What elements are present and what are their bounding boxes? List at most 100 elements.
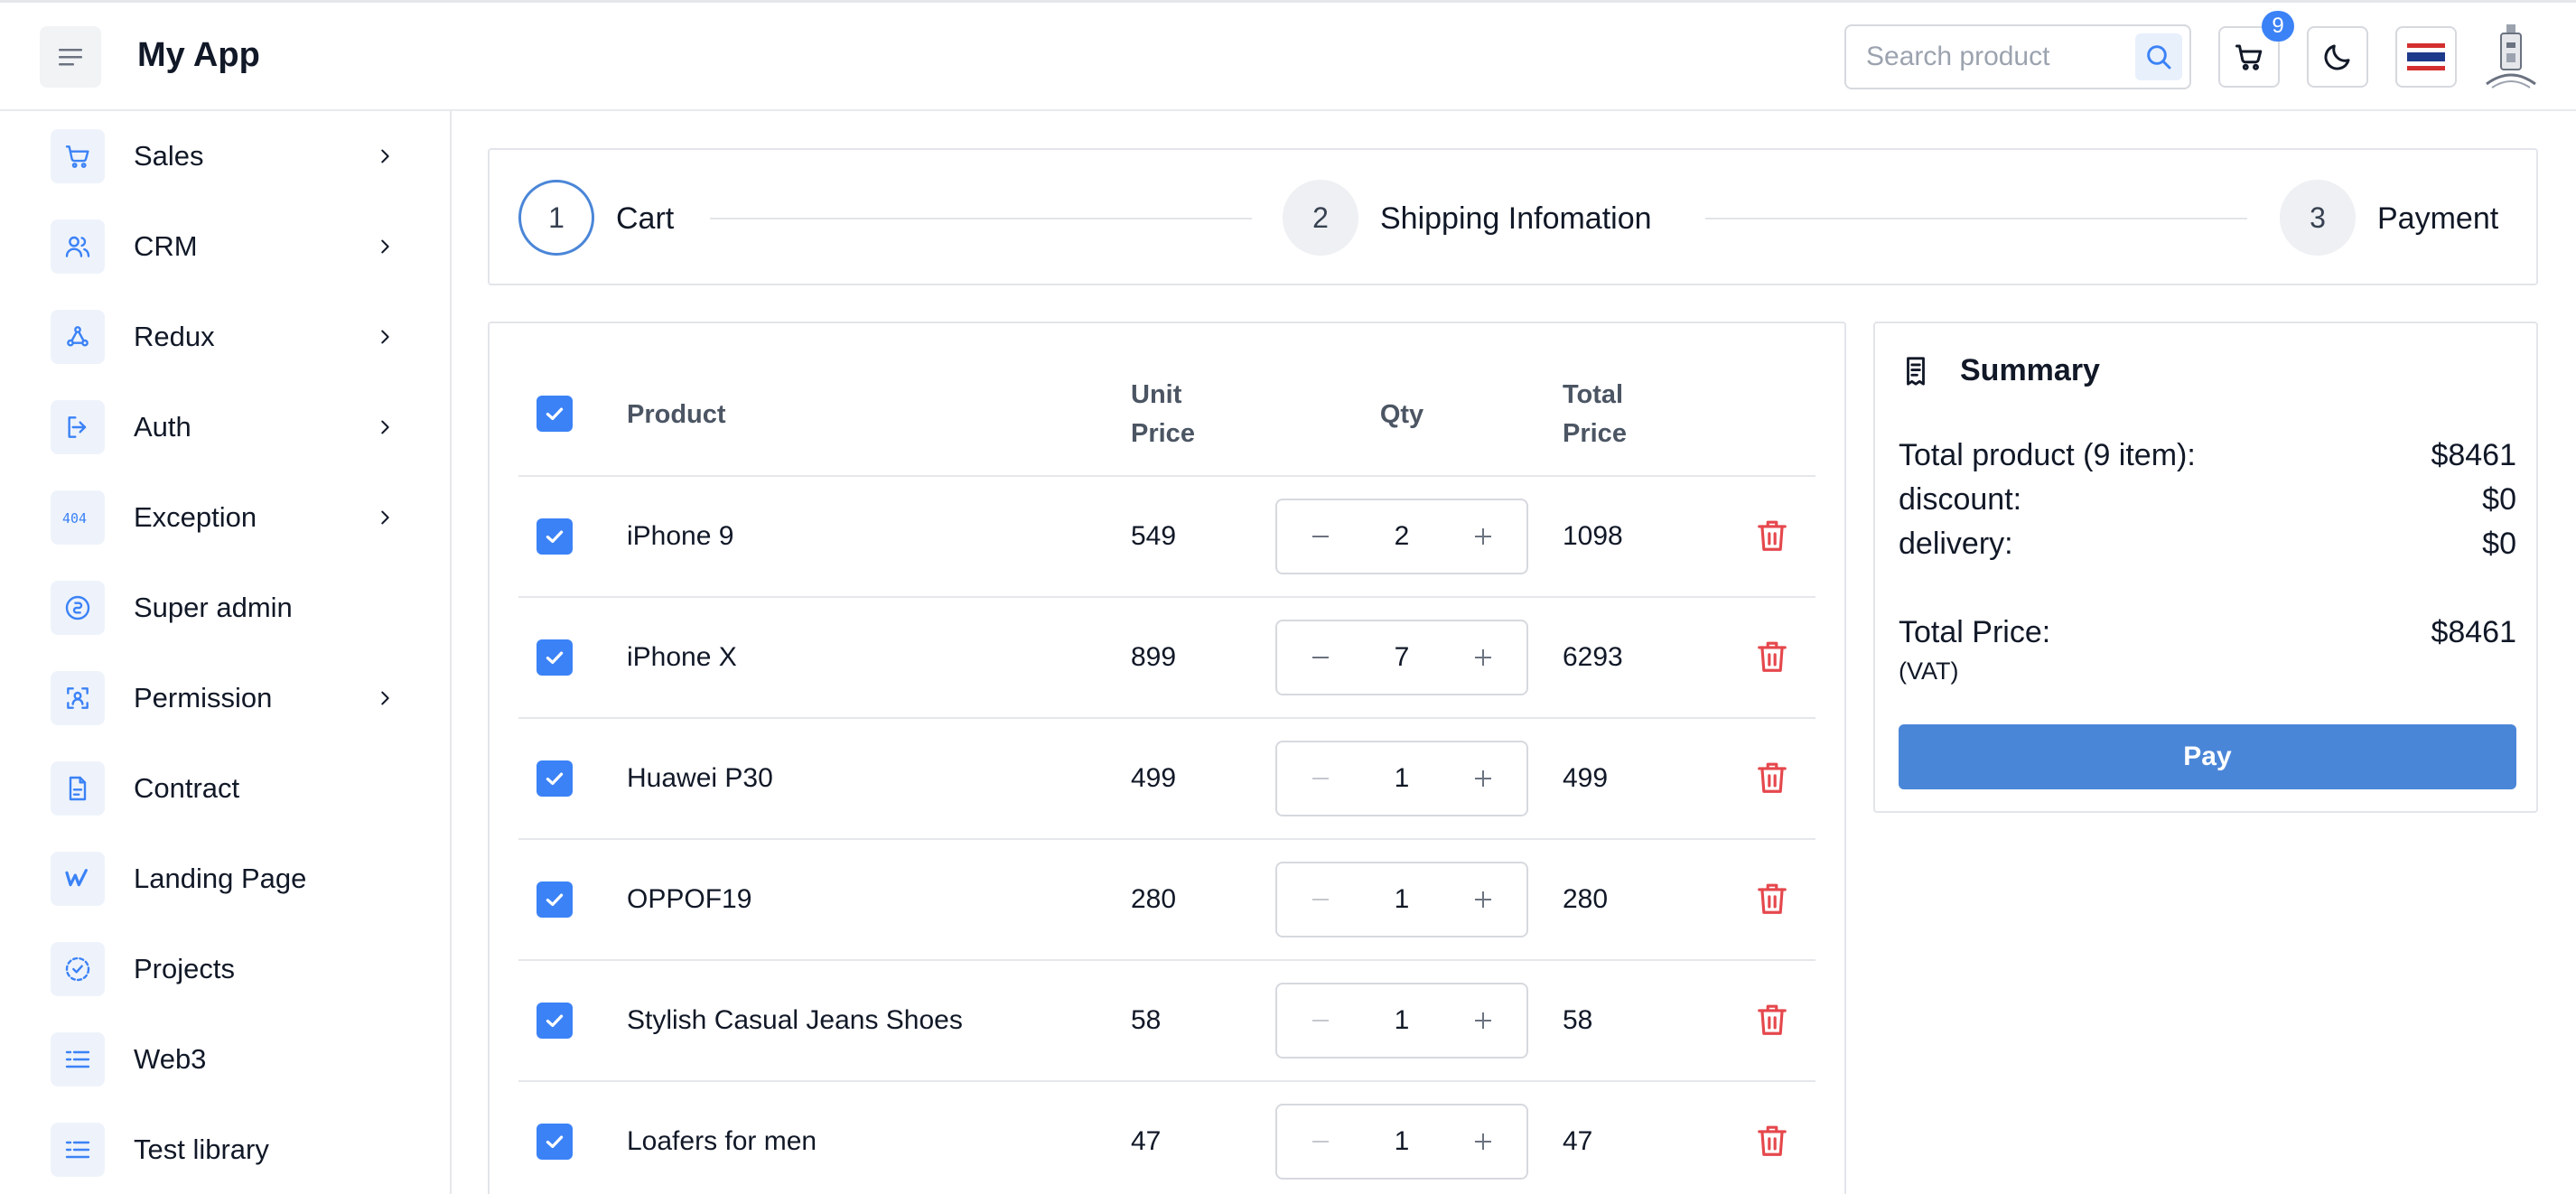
minus-icon (1312, 778, 1329, 779)
total-product-label: Total product (9 item): (1899, 438, 2196, 472)
sidebar-item-web3[interactable]: Web3 (0, 1014, 450, 1105)
decrease-qty-button[interactable] (1304, 762, 1337, 795)
row-checkbox[interactable] (537, 518, 573, 555)
delete-item-button[interactable] (1752, 515, 1792, 558)
sidebar-item-label: Redux (134, 321, 215, 352)
quantity-value[interactable]: 2 (1358, 518, 1445, 555)
sidebar-item-crm[interactable]: CRM (0, 201, 450, 292)
cart-icon (51, 129, 105, 183)
header-unit-price-line1: Unit (1131, 380, 1182, 409)
sidebar-item-label: Permission (134, 682, 273, 714)
row-divider (518, 838, 1815, 840)
sidebar-item-label: Contract (134, 772, 240, 804)
svg-text:404: 404 (62, 510, 87, 527)
delivery-row: delivery: $0 (1899, 524, 2516, 564)
decrease-qty-button[interactable] (1304, 883, 1337, 916)
sidebar-item-contract[interactable]: Contract (0, 743, 450, 834)
row-checkbox[interactable] (537, 1003, 573, 1039)
sidebar-item-label: CRM (134, 230, 198, 262)
search-icon (2147, 45, 2171, 70)
header-unit-price-line2: Price (1131, 419, 1195, 448)
sidebar-item-sales[interactable]: Sales (0, 111, 450, 201)
row-total: 47 (1563, 1126, 1593, 1156)
thai-flag-icon (2407, 43, 2445, 70)
header-divider (518, 475, 1815, 477)
row-checkbox[interactable] (537, 1124, 573, 1160)
plus-icon (1475, 770, 1491, 787)
trash-icon (1758, 520, 1787, 551)
decrease-qty-button[interactable] (1304, 1004, 1337, 1037)
trash-icon (1758, 762, 1787, 793)
delete-item-button[interactable] (1752, 757, 1792, 800)
decrease-qty-button[interactable] (1304, 1125, 1337, 1158)
login-icon (51, 400, 105, 454)
sidebar-item-permission[interactable]: Permission (0, 653, 450, 743)
increase-qty-button[interactable] (1467, 641, 1499, 674)
chevron-right-icon (372, 324, 397, 350)
row-divider (518, 596, 1815, 598)
step-connector (710, 218, 1252, 219)
delete-item-button[interactable] (1752, 999, 1792, 1042)
user-avatar[interactable] (2475, 21, 2547, 93)
unit-price: 58 (1131, 1005, 1162, 1035)
menu-toggle-button[interactable] (40, 26, 101, 88)
delivery-value: $0 (2482, 527, 2516, 561)
sidebar-item-super-admin[interactable]: Super admin (0, 563, 450, 653)
row-checkbox[interactable] (537, 882, 573, 918)
increase-qty-button[interactable] (1467, 1004, 1499, 1037)
app-title: My App (137, 36, 260, 74)
delete-item-button[interactable] (1752, 636, 1792, 679)
increase-qty-button[interactable] (1467, 520, 1499, 553)
row-checkbox[interactable] (537, 760, 573, 797)
increase-qty-button[interactable] (1467, 762, 1499, 795)
sidebar-item-exception[interactable]: 404 Exception (0, 472, 450, 563)
delete-item-button[interactable] (1752, 1120, 1792, 1163)
sidebar-item-redux[interactable]: Redux (0, 292, 450, 382)
row-checkbox[interactable] (537, 639, 573, 676)
search-button[interactable] (2135, 33, 2182, 80)
sidebar-item-label: Test library (134, 1133, 269, 1165)
minus-icon (1312, 1020, 1329, 1021)
minus-icon (1312, 657, 1329, 658)
row-divider (518, 717, 1815, 719)
step-3-number: 3 (2280, 180, 2356, 256)
total-product-row: Total product (9 item): $8461 (1899, 435, 2516, 475)
decrease-qty-button[interactable] (1304, 641, 1337, 674)
check-icon (546, 893, 564, 907)
plus-icon (1475, 1012, 1491, 1029)
cart-icon (2235, 44, 2263, 70)
chevron-right-icon (372, 505, 397, 530)
quantity-value[interactable]: 1 (1358, 882, 1445, 918)
decrease-qty-button[interactable] (1304, 520, 1337, 553)
sidebar-item-projects[interactable]: Projects (0, 924, 450, 1014)
select-all-checkbox[interactable] (537, 396, 573, 432)
quantity-value[interactable]: 1 (1358, 760, 1445, 797)
sidebar-item-landing-page[interactable]: Landing Page (0, 834, 450, 924)
plus-icon (1475, 891, 1491, 908)
sidebar-item-label: Web3 (134, 1043, 207, 1075)
quantity-value[interactable]: 1 (1358, 1124, 1445, 1160)
cart-table: Product Unit Price Qty Total Price iPhon… (488, 322, 1846, 1194)
quantity-stepper: 2 (1275, 499, 1528, 574)
increase-qty-button[interactable] (1467, 883, 1499, 916)
delivery-label: delivery: (1899, 527, 2013, 561)
quantity-stepper: 1 (1275, 1104, 1528, 1180)
quantity-value[interactable]: 7 (1358, 639, 1445, 676)
search-input[interactable] (1866, 39, 2128, 75)
checkout-stepper: 1 Cart 2 Shipping Infomation 3 Payment (488, 148, 2538, 285)
pay-button[interactable]: Pay (1899, 724, 2516, 789)
moon-icon (2324, 44, 2350, 70)
sidebar-item-auth[interactable]: Auth (0, 382, 450, 472)
theme-toggle-button[interactable] (2307, 26, 2368, 88)
trash-icon (1758, 1004, 1787, 1035)
discount-label: discount: (1899, 482, 2022, 517)
language-button[interactable] (2395, 26, 2457, 88)
increase-qty-button[interactable] (1467, 1125, 1499, 1158)
sidebar-item-label: Projects (134, 953, 235, 984)
delete-item-button[interactable] (1752, 878, 1792, 921)
step-2-number: 2 (1283, 180, 1358, 256)
sidebar-item-test-library[interactable]: Test library (0, 1105, 450, 1194)
hamburger-icon (59, 49, 82, 66)
quantity-value[interactable]: 1 (1358, 1003, 1445, 1039)
total-price-value: $8461 (2431, 615, 2516, 649)
